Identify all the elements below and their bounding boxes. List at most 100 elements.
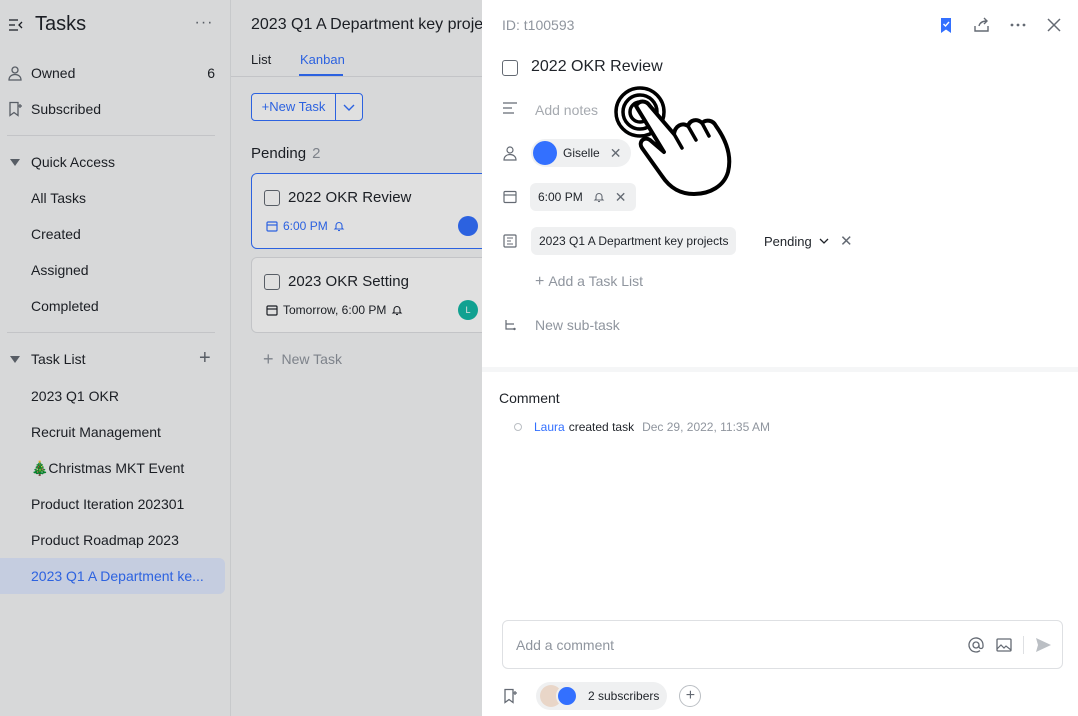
add-task-list-label: Add a Task List: [548, 273, 644, 289]
sidebar-item-tasklist[interactable]: Product Roadmap 2023: [0, 522, 231, 558]
comment-section-title: Comment: [499, 390, 560, 406]
send-icon[interactable]: [1034, 636, 1052, 654]
subscribers-row: 2 subscribers +: [502, 682, 702, 710]
activity-time: Dec 29, 2022, 11:35 AM: [642, 420, 770, 434]
task-title[interactable]: 2022 OKR Review: [531, 58, 663, 76]
add-new-task-button[interactable]: + New Task: [263, 349, 342, 370]
sidebar-item-label: Completed: [31, 298, 99, 314]
sidebar-item-tasklist-active[interactable]: 2023 Q1 A Department ke...: [0, 558, 225, 594]
sidebar-item-label: 2023 Q1 OKR: [31, 388, 119, 404]
activity-entry: Laura created task Dec 29, 2022, 11:35 A…: [514, 420, 770, 434]
sidebar-item-completed[interactable]: Completed: [0, 288, 231, 324]
sidebar-item-label: Subscribed: [31, 101, 102, 117]
status-select[interactable]: Pending: [764, 234, 812, 249]
bookmark-icon[interactable]: [502, 688, 518, 704]
close-icon[interactable]: [1044, 15, 1064, 35]
task-card-due: 6:00 PM: [266, 219, 345, 233]
more-icon[interactable]: ···: [194, 14, 214, 34]
tab-kanban[interactable]: Kanban: [300, 52, 345, 67]
divider: [482, 367, 1078, 372]
comment-tools: [967, 636, 1052, 654]
activity-user[interactable]: Laura: [534, 420, 565, 434]
triangle-down-icon: [10, 159, 20, 166]
chevron-down-icon[interactable]: [336, 94, 362, 120]
task-complete-checkbox[interactable]: [502, 60, 518, 76]
plus-icon: +: [263, 349, 274, 369]
view-tabs: List Kanban: [231, 44, 482, 77]
add-task-list-button[interactable]: +: [199, 348, 211, 368]
comment-input[interactable]: Add a comment: [502, 620, 1063, 669]
tab-list[interactable]: List: [251, 52, 271, 67]
new-task-label: New Task: [269, 99, 326, 114]
section-task-list[interactable]: Task List +: [0, 341, 231, 377]
sidebar-item-tasklist[interactable]: 🎄Christmas MKT Event: [0, 450, 231, 486]
timeline-dot: [514, 423, 522, 431]
sidebar-item-label: Created: [31, 226, 81, 242]
subscribe-bookmark-icon[interactable]: [936, 15, 956, 35]
sidebar-item-subscribed[interactable]: Subscribed: [0, 91, 231, 127]
chevron-down-icon[interactable]: [819, 236, 829, 246]
task-list-chip[interactable]: 2023 Q1 A Department key projects: [531, 227, 737, 255]
remove-due-icon[interactable]: ✕: [615, 189, 627, 206]
checkbox-icon[interactable]: [264, 274, 280, 290]
sidebar-item-created[interactable]: Created: [0, 216, 231, 252]
section-quick-access[interactable]: Quick Access: [0, 144, 231, 180]
sidebar-item-owned[interactable]: Owned 6: [0, 55, 231, 91]
sidebar-item-all-tasks[interactable]: All Tasks: [0, 180, 231, 216]
avatar: [458, 216, 478, 236]
at-icon[interactable]: [967, 636, 985, 654]
more-icon[interactable]: [1008, 15, 1028, 35]
comment-placeholder: Add a comment: [516, 637, 615, 653]
sidebar-item-label: All Tasks: [31, 190, 86, 206]
task-card-title: 2023 OKR Setting: [288, 273, 409, 290]
sidebar-header: Tasks ···: [0, 0, 231, 52]
task-card-title: 2022 OKR Review: [288, 189, 412, 206]
sidebar: Tasks ··· Owned 6 Subscribed Quick Acces…: [0, 0, 231, 716]
remove-task-list-icon[interactable]: ✕: [840, 232, 853, 250]
divider: [7, 135, 215, 136]
notes-input[interactable]: Add notes: [535, 102, 598, 118]
task-list-name: 2023 Q1 A Department key projects: [539, 234, 729, 248]
task-card[interactable]: 2022 OKR Review 6:00 PM: [251, 173, 482, 249]
subtask-icon: [505, 320, 516, 331]
checkbox-icon[interactable]: [264, 190, 280, 206]
subscribers-chip[interactable]: 2 subscribers: [536, 682, 668, 710]
due-time: 6:00 PM: [283, 219, 328, 233]
activity-action: created task: [568, 420, 635, 434]
sidebar-item-tasklist[interactable]: Product Iteration 202301: [0, 486, 231, 522]
new-task-button[interactable]: +New Task: [252, 94, 336, 120]
avatar: [556, 685, 578, 707]
collapse-icon[interactable]: [8, 17, 24, 33]
share-icon[interactable]: [972, 15, 992, 35]
bell-icon: [392, 306, 403, 316]
remove-assignee-icon[interactable]: ✕: [610, 145, 622, 162]
user-icon: [503, 146, 517, 161]
column-title: Pending: [251, 145, 307, 162]
add-subscriber-button[interactable]: +: [679, 685, 702, 707]
new-subtask-button[interactable]: New sub-task: [535, 317, 620, 333]
image-icon[interactable]: [995, 636, 1013, 654]
column-count: 2: [312, 145, 321, 162]
section-title: Task List: [31, 351, 86, 367]
notes-icon: [503, 102, 517, 114]
due-date-chip[interactable]: 6:00 PM ✕: [530, 183, 637, 211]
section-title: Quick Access: [31, 154, 116, 170]
sidebar-item-assigned[interactable]: Assigned: [0, 252, 231, 288]
sidebar-item-tasklist[interactable]: 2023 Q1 OKR: [0, 378, 231, 414]
sidebar-item-tasklist[interactable]: Recruit Management: [0, 414, 231, 450]
bell-icon: [593, 193, 605, 203]
detail-toolbar: [936, 14, 1064, 36]
sidebar-item-label: Assigned: [31, 262, 89, 278]
assignee-chip[interactable]: Giselle ✕: [531, 139, 632, 167]
sidebar-item-label: 2023 Q1 A Department ke...: [31, 568, 204, 584]
task-id: ID: t100593: [502, 17, 575, 33]
due-time: Tomorrow, 6:00 PM: [283, 303, 387, 317]
column-header: Pending 2: [251, 145, 320, 162]
avatar: [533, 141, 557, 165]
task-card[interactable]: 2023 OKR Setting Tomorrow, 6:00 PM L: [251, 257, 482, 333]
add-task-list-button[interactable]: + Add a Task List: [535, 273, 643, 291]
bookmark-icon: [9, 101, 22, 117]
bell-icon: [333, 222, 345, 232]
sidebar-item-label: 🎄Christmas MKT Event: [31, 460, 185, 476]
sidebar-item-label: Product Roadmap 2023: [31, 532, 179, 548]
